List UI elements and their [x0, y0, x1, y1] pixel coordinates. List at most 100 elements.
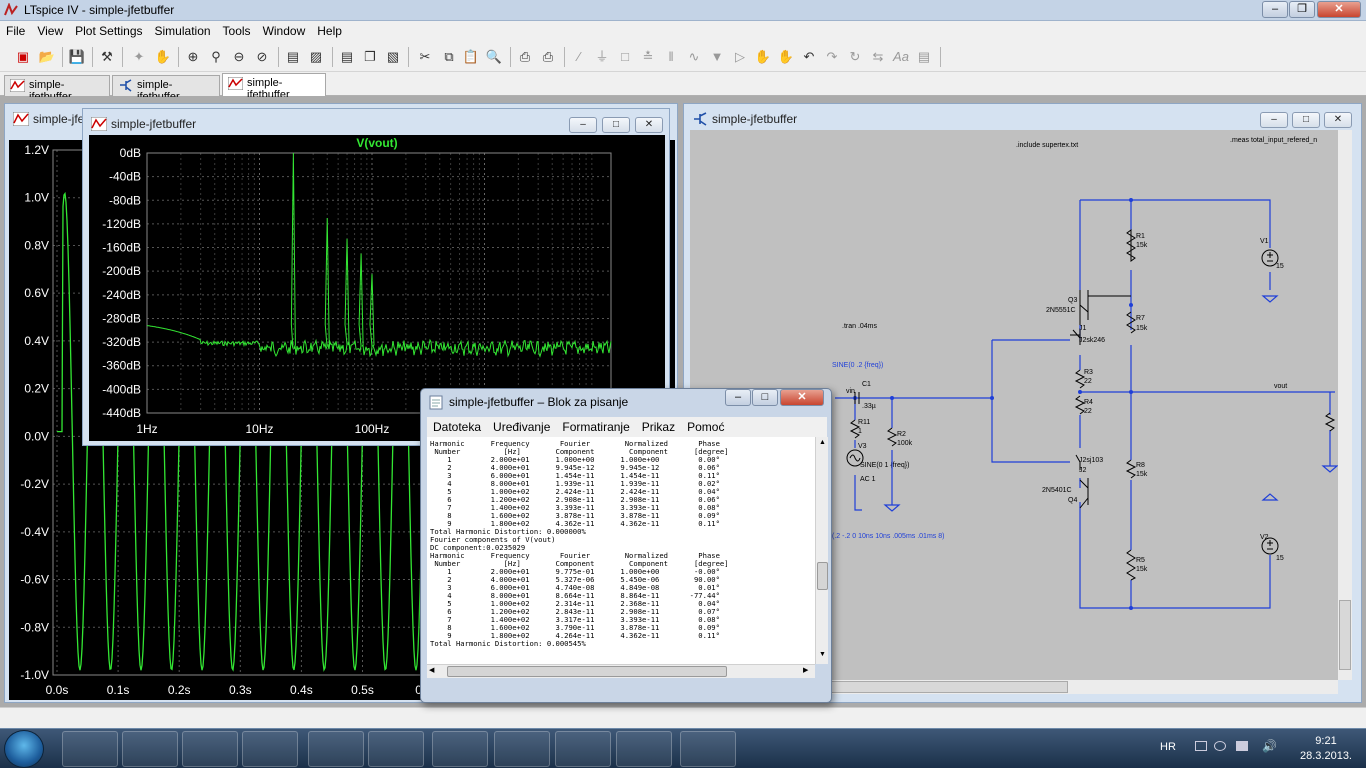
label-net-icon[interactable]: □ [616, 48, 634, 66]
wire-icon[interactable]: ∕ [570, 48, 588, 66]
clock-date[interactable]: 28.3.2013. [1296, 750, 1356, 762]
explorer-taskbar-icon[interactable] [62, 731, 118, 767]
vin-net-label[interactable]: vin [846, 388, 855, 395]
minimize-button[interactable]: – [1262, 1, 1288, 18]
menu-plot-settings[interactable]: Plot Settings [69, 21, 148, 38]
tool-taskbar-icon[interactable] [182, 731, 238, 767]
menu-view[interactable]: View [31, 21, 69, 38]
pan-icon[interactable]: ⚲ [207, 48, 225, 66]
network-icon[interactable] [1195, 741, 1207, 751]
menu-simulation[interactable]: Simulation [149, 21, 217, 38]
cut-icon[interactable]: ✂ [416, 48, 434, 66]
schematic-close-button[interactable]: ✕ [1324, 112, 1352, 128]
undo-icon[interactable]: ↶ [800, 48, 818, 66]
clock-time[interactable]: 9:21 [1296, 735, 1356, 747]
capacitor-icon[interactable]: ‖ [662, 48, 680, 66]
scroll-thumb[interactable] [447, 666, 727, 677]
menu-pomoc[interactable]: Pomoć [681, 417, 730, 434]
close-button[interactable]: ✕ [1317, 1, 1361, 18]
sine-source-spec[interactable]: SINE(0 .2 {freq}) [832, 362, 883, 369]
scroll-right-icon[interactable]: ▶ [803, 666, 808, 674]
pdf-taskbar-icon[interactable] [555, 731, 611, 767]
autorange-icon[interactable]: ▤ [284, 48, 302, 66]
halt-icon[interactable]: ✋ [154, 48, 172, 66]
scroll-thumb[interactable] [817, 562, 828, 590]
redo-icon[interactable]: ↷ [823, 48, 841, 66]
scroll-down-icon[interactable]: ▼ [817, 651, 828, 661]
media-taskbar-icon[interactable] [242, 731, 298, 767]
tile-horizontal-icon[interactable]: ▤ [338, 48, 356, 66]
notepad-text-area[interactable]: Harmonic Frequency Fourier Normalized Ph… [427, 437, 815, 664]
restore-button[interactable]: ❐ [1289, 1, 1315, 18]
sync-icon[interactable] [1214, 741, 1226, 751]
flag-icon[interactable] [1236, 741, 1248, 751]
v3-ac-spec[interactable]: AC 1 [860, 476, 876, 483]
tile-vertical-icon[interactable]: ▧ [384, 48, 402, 66]
zoom-fit-icon[interactable]: ⊘ [253, 48, 271, 66]
menu-uredivanje[interactable]: Uređivanje [487, 417, 556, 434]
schematic-maximize-button[interactable]: □ [1292, 112, 1320, 128]
save-icon[interactable]: 💾 [68, 48, 86, 66]
print-setup-icon[interactable]: ⎙ [516, 48, 534, 66]
start-button[interactable] [4, 730, 44, 768]
scroll-up-icon[interactable]: ▲ [817, 439, 828, 449]
find-icon[interactable]: 🔍 [485, 48, 503, 66]
volume-icon[interactable]: 🔊 [1262, 739, 1277, 753]
notepad-horizontal-scrollbar[interactable]: ◀ ▶ [427, 664, 815, 678]
menu-window[interactable]: Window [257, 21, 312, 38]
v3-sine-spec[interactable]: SINE(0 1 {freq}) [860, 462, 909, 469]
run-icon[interactable]: ✦ [130, 48, 148, 66]
notepad-close-button[interactable]: ✕ [780, 389, 824, 406]
notepad-window[interactable]: simple-jfetbuffer – Blok za pisanje – □ … [420, 388, 832, 703]
print-icon[interactable]: ⎙ [539, 48, 557, 66]
menu-file[interactable]: File [0, 21, 31, 38]
skype-taskbar-icon[interactable] [494, 731, 550, 767]
drag-icon[interactable]: ✋ [777, 48, 795, 66]
vout-net-label[interactable]: vout [1274, 383, 1287, 390]
move-icon[interactable]: ✋ [754, 48, 772, 66]
pulse-source-spec[interactable]: (.2 -.2 0 10ns 10ns .005ms .01ms 8) [832, 533, 944, 540]
component-icon[interactable]: ▷ [731, 48, 749, 66]
tran-directive[interactable]: .tran .04ms [842, 323, 878, 330]
include-directive[interactable]: .include supertex.txt [1016, 142, 1078, 149]
scroll-thumb[interactable] [1339, 600, 1351, 670]
menu-prikaz[interactable]: Prikaz [636, 417, 681, 434]
diode-icon[interactable]: ▼ [708, 48, 726, 66]
new-schematic-icon[interactable]: ▣ [14, 48, 32, 66]
resistor-icon[interactable]: ≛ [639, 48, 657, 66]
copy-icon[interactable]: ⧉ [440, 48, 458, 66]
notepad-maximize-button[interactable]: □ [752, 389, 778, 406]
notepad-minimize-button[interactable]: – [725, 389, 751, 406]
spice-directive-icon[interactable]: ▤ [915, 48, 933, 66]
mirror-icon[interactable]: ⇆ [869, 48, 887, 66]
outlook-taskbar-icon[interactable] [432, 731, 488, 767]
menu-tools[interactable]: Tools [217, 21, 257, 38]
oscilloscope-taskbar-icon[interactable] [308, 731, 364, 767]
tab-schematic[interactable]: simple-jfetbuffer [112, 75, 220, 103]
cascade-icon[interactable]: ❐ [361, 48, 379, 66]
fft-close-button[interactable]: ✕ [635, 117, 663, 133]
plot-icon[interactable]: ▨ [307, 48, 325, 66]
notepad-vertical-scrollbar[interactable]: ▲ ▼ [815, 437, 828, 664]
control-panel-icon[interactable]: ⚒ [98, 48, 116, 66]
menu-datoteka[interactable]: Datoteka [427, 417, 487, 434]
notepad-taskbar-icon[interactable] [616, 731, 672, 767]
open-icon[interactable]: 📂 [38, 48, 56, 66]
fft-minimize-button[interactable]: – [569, 117, 597, 133]
tab-waveform-1[interactable]: simple-jfetbuffer [4, 75, 110, 103]
scroll-thumb[interactable] [830, 681, 1068, 693]
language-indicator[interactable]: HR [1160, 741, 1176, 753]
ie-taskbar-icon[interactable] [368, 731, 424, 767]
fft-maximize-button[interactable]: □ [602, 117, 630, 133]
app-taskbar-icon[interactable] [122, 731, 178, 767]
zoom-in-icon[interactable]: ⊕ [184, 48, 202, 66]
ltspice-taskbar-icon[interactable] [680, 731, 736, 767]
menu-help[interactable]: Help [311, 21, 348, 38]
tab-waveform-2[interactable]: simple-jfetbuffer [222, 73, 326, 101]
rotate-icon[interactable]: ↻ [846, 48, 864, 66]
paste-icon[interactable]: 📋 [462, 48, 480, 66]
text-icon[interactable]: Aa [892, 48, 910, 66]
ground-icon[interactable]: ⏚ [593, 48, 611, 66]
menu-formatiranje[interactable]: Formatiranje [556, 417, 635, 434]
scroll-left-icon[interactable]: ◀ [429, 666, 434, 674]
